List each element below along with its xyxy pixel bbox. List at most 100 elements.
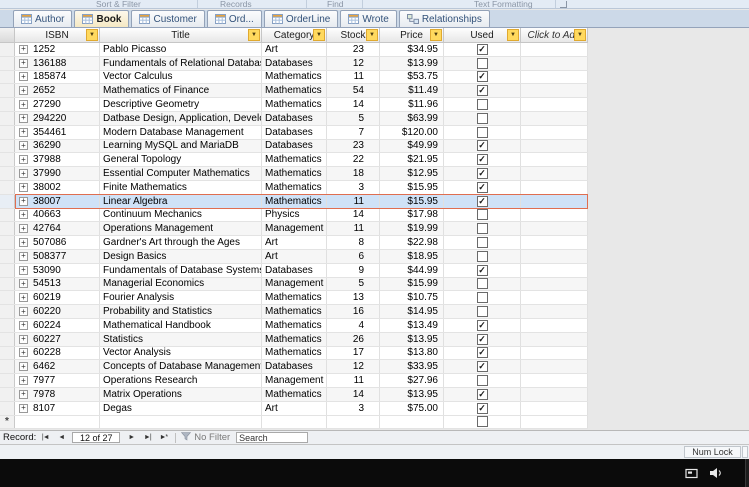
filter-dropdown-icon[interactable]: ▼ bbox=[507, 29, 519, 41]
volume-icon[interactable] bbox=[709, 467, 723, 479]
used-checkbox[interactable] bbox=[476, 168, 488, 180]
category-cell[interactable]: Art bbox=[262, 401, 327, 415]
table-row[interactable]: +36290 Learning MySQL and MariaDB Database… bbox=[0, 139, 588, 154]
used-cell[interactable] bbox=[444, 318, 521, 332]
table-row[interactable]: +37990 Essential Computer Mathematics Math… bbox=[0, 167, 588, 181]
column-header-price[interactable]: Price ▼ bbox=[380, 28, 444, 43]
row-selector[interactable] bbox=[0, 401, 15, 415]
stock-cell[interactable]: 11 bbox=[327, 374, 380, 387]
table-row[interactable]: +60224 Mathematical Handbook Mathematics 4 $… bbox=[0, 318, 588, 333]
click-to-add-cell[interactable] bbox=[521, 84, 588, 98]
filter-toggle-button[interactable]: No Filter bbox=[181, 431, 230, 444]
isbn-cell[interactable]: +36290 bbox=[15, 139, 100, 153]
row-selector[interactable] bbox=[0, 236, 15, 249]
expand-plus-icon[interactable]: + bbox=[19, 307, 28, 317]
stock-cell[interactable]: 11 bbox=[327, 222, 380, 236]
used-cell[interactable] bbox=[444, 249, 521, 263]
title-cell[interactable] bbox=[100, 415, 262, 429]
row-selector[interactable] bbox=[0, 208, 15, 222]
column-header-cat[interactable]: Category ▼ bbox=[262, 28, 327, 43]
title-cell[interactable]: Linear Algebra bbox=[100, 194, 262, 208]
expand-plus-icon[interactable]: + bbox=[19, 320, 28, 330]
used-checkbox[interactable] bbox=[476, 154, 488, 166]
category-cell[interactable]: Management bbox=[262, 222, 327, 236]
used-checkbox[interactable] bbox=[476, 278, 488, 290]
isbn-cell[interactable]: +2652 bbox=[15, 84, 100, 98]
used-cell[interactable] bbox=[444, 180, 521, 194]
price-cell[interactable]: $27.96 bbox=[380, 374, 444, 387]
title-cell[interactable]: Fundamentals of Relational Database: bbox=[100, 56, 262, 70]
title-cell[interactable]: General Topology bbox=[100, 153, 262, 167]
price-cell[interactable]: $63.99 bbox=[380, 111, 444, 125]
isbn-cell[interactable]: +40663 bbox=[15, 208, 100, 222]
category-cell[interactable]: Mathematics bbox=[262, 318, 327, 332]
tab-orderline[interactable]: OrderLine bbox=[263, 10, 339, 27]
tab-book[interactable]: Book bbox=[74, 10, 130, 27]
new-record-row[interactable]: * bbox=[0, 415, 588, 430]
used-cell[interactable] bbox=[444, 332, 521, 346]
category-cell[interactable]: Databases bbox=[262, 360, 327, 374]
used-checkbox[interactable] bbox=[476, 347, 488, 359]
row-selector[interactable] bbox=[0, 194, 15, 208]
expand-plus-icon[interactable]: + bbox=[19, 182, 28, 192]
price-cell[interactable]: $13.95 bbox=[380, 387, 444, 401]
category-cell[interactable]: Art bbox=[262, 249, 327, 263]
category-cell[interactable]: Mathematics bbox=[262, 167, 327, 180]
used-checkbox[interactable] bbox=[476, 126, 488, 138]
category-cell[interactable]: Mathematics bbox=[262, 305, 327, 318]
expand-plus-icon[interactable]: + bbox=[19, 238, 28, 248]
price-cell[interactable] bbox=[380, 415, 444, 429]
category-cell[interactable]: Mathematics bbox=[262, 153, 327, 167]
click-to-add-cell[interactable] bbox=[521, 236, 588, 249]
row-selector[interactable] bbox=[0, 374, 15, 387]
category-cell[interactable]: Mathematics bbox=[262, 332, 327, 346]
used-checkbox[interactable] bbox=[476, 250, 488, 262]
used-checkbox[interactable] bbox=[476, 43, 488, 55]
isbn-cell[interactable]: +60219 bbox=[15, 291, 100, 305]
row-selector[interactable] bbox=[0, 346, 15, 360]
click-to-add-cell[interactable] bbox=[521, 139, 588, 153]
table-row[interactable]: +60228 Vector Analysis Mathematics 17 $13.80 bbox=[0, 346, 588, 361]
table-row[interactable]: +294220 Datbase Design, Application, Deve… bbox=[0, 111, 588, 126]
isbn-cell[interactable]: +53090 bbox=[15, 263, 100, 277]
used-cell[interactable] bbox=[444, 98, 521, 111]
click-to-add-cell[interactable] bbox=[521, 98, 588, 111]
expand-plus-icon[interactable]: + bbox=[19, 44, 28, 54]
row-selector[interactable] bbox=[0, 318, 15, 332]
expand-plus-icon[interactable]: + bbox=[19, 86, 28, 96]
category-cell[interactable]: Mathematics bbox=[262, 194, 327, 208]
used-cell[interactable] bbox=[444, 70, 521, 84]
tab-customer[interactable]: Customer bbox=[131, 10, 205, 27]
stock-cell[interactable]: 12 bbox=[327, 56, 380, 70]
filter-dropdown-icon[interactable]: ▼ bbox=[574, 29, 586, 41]
table-row[interactable]: +42764 Operations Management Management 11 $… bbox=[0, 222, 588, 237]
click-to-add-cell[interactable] bbox=[521, 70, 588, 84]
first-record-button[interactable]: |◄ bbox=[38, 432, 52, 443]
used-cell[interactable] bbox=[444, 43, 521, 56]
click-to-add-cell[interactable] bbox=[521, 249, 588, 263]
select-all-corner[interactable] bbox=[0, 28, 15, 43]
category-cell[interactable]: Physics bbox=[262, 208, 327, 222]
click-to-add-cell[interactable] bbox=[521, 263, 588, 277]
isbn-cell[interactable]: +54513 bbox=[15, 277, 100, 291]
stock-cell[interactable]: 3 bbox=[327, 180, 380, 194]
record-position[interactable]: 12 of 27 bbox=[72, 432, 121, 443]
table-row[interactable]: +60227 Statistics Mathematics 26 $13.95 bbox=[0, 332, 588, 347]
price-cell[interactable]: $10.75 bbox=[380, 291, 444, 305]
column-header-add[interactable]: Click to Add ▼ bbox=[521, 28, 588, 43]
expand-plus-icon[interactable]: + bbox=[19, 210, 28, 220]
title-cell[interactable]: Fourier Analysis bbox=[100, 291, 262, 305]
stock-cell[interactable]: 6 bbox=[327, 249, 380, 263]
used-checkbox[interactable] bbox=[476, 57, 488, 69]
category-cell[interactable]: Art bbox=[262, 43, 327, 56]
filter-dropdown-icon[interactable]: ▼ bbox=[313, 29, 325, 41]
title-cell[interactable]: Probability and Statistics bbox=[100, 305, 262, 318]
category-cell[interactable] bbox=[262, 415, 327, 429]
used-cell[interactable] bbox=[444, 208, 521, 222]
previous-record-button[interactable]: ◄ bbox=[54, 432, 68, 443]
price-cell[interactable]: $22.98 bbox=[380, 236, 444, 249]
title-cell[interactable]: Vector Calculus bbox=[100, 70, 262, 84]
title-cell[interactable]: Datbase Design, Application, Develop bbox=[100, 111, 262, 125]
used-checkbox[interactable] bbox=[476, 237, 488, 249]
price-cell[interactable]: $14.95 bbox=[380, 305, 444, 318]
